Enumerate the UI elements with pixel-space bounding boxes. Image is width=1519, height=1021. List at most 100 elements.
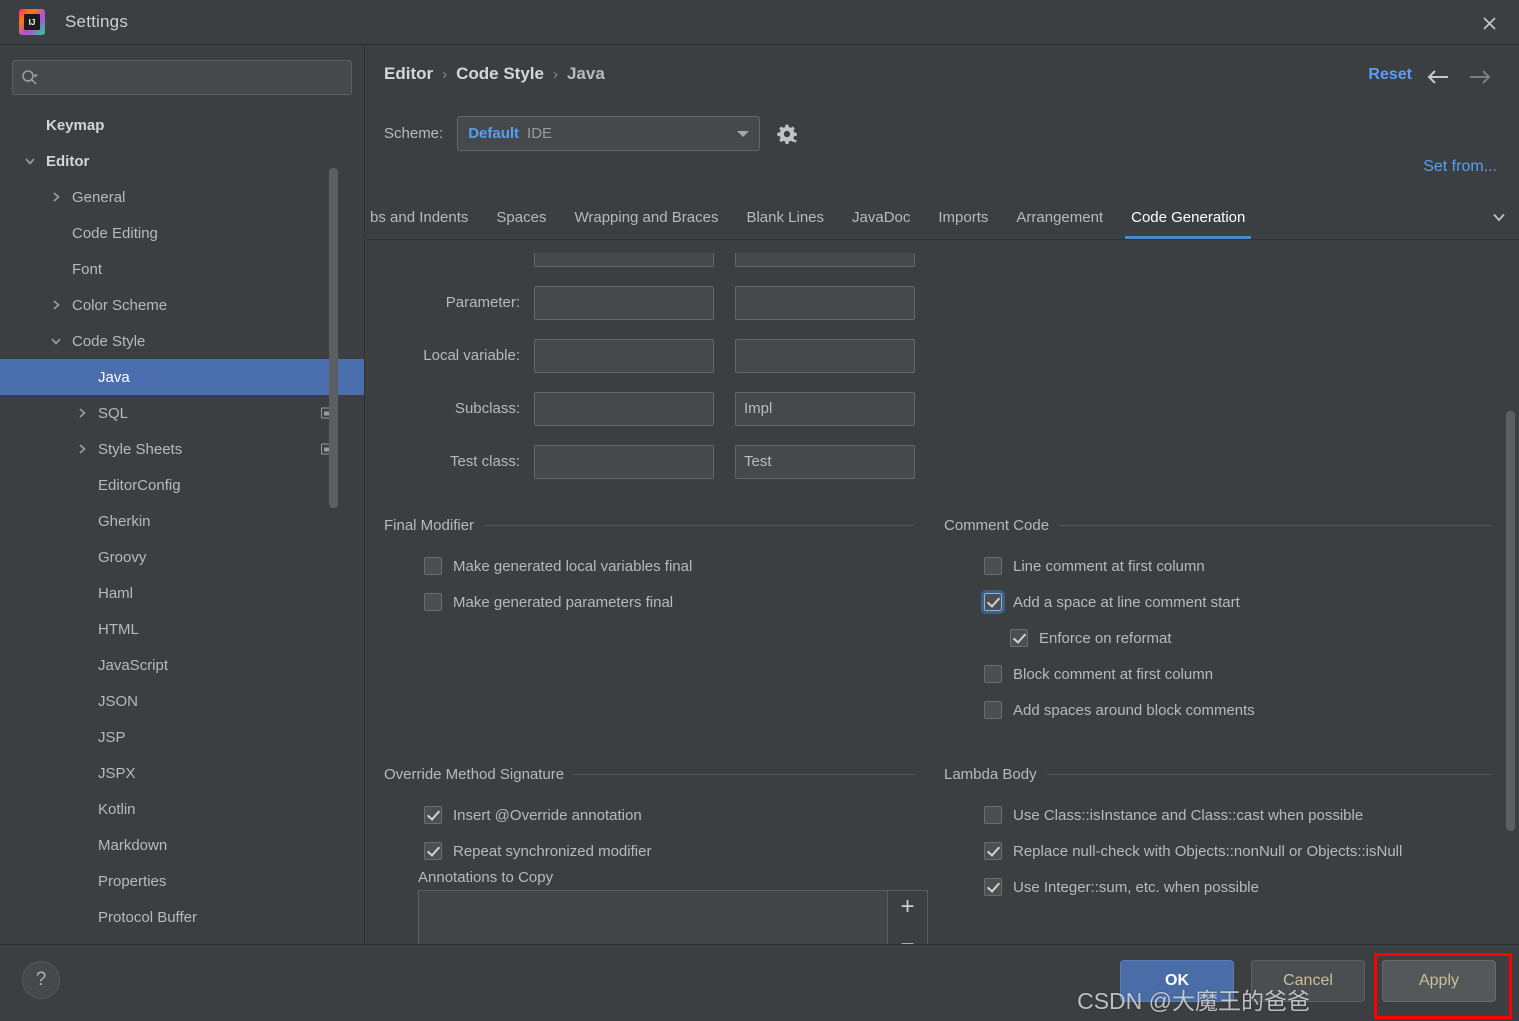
sidebar-item-haml[interactable]: Haml xyxy=(0,575,364,611)
arrow-left-icon[interactable] xyxy=(1425,66,1451,88)
tab-label: Spaces xyxy=(496,208,547,226)
sidebar-item-properties[interactable]: Properties xyxy=(0,863,364,899)
checkbox-label: Insert @Override annotation xyxy=(453,806,642,824)
sidebar-item-font[interactable]: Font xyxy=(0,251,364,287)
checkbox-enforce-on-reformat[interactable] xyxy=(1010,629,1028,647)
section-rule xyxy=(1046,774,1492,775)
chevron-right-icon[interactable] xyxy=(48,189,64,205)
checkbox-row[interactable]: Enforce on reformat xyxy=(944,620,1492,656)
sidebar-item-general[interactable]: General xyxy=(0,179,364,215)
checkbox-repeat-synchronized-modifier[interactable] xyxy=(424,842,442,860)
chevron-down-icon[interactable] xyxy=(1479,195,1519,239)
tab-bs-and-indents[interactable]: bs and Indents xyxy=(366,195,482,239)
add-annotation-button[interactable]: + xyxy=(900,895,914,919)
checkbox-use-class-isinstance-and-class-cast-when[interactable] xyxy=(984,806,1002,824)
scheme-row: Scheme: Default IDE xyxy=(384,116,800,151)
sidebar-item-sql[interactable]: SQL xyxy=(0,395,364,431)
tab-spaces[interactable]: Spaces xyxy=(482,195,560,239)
scheme-select[interactable]: Default IDE xyxy=(457,116,761,151)
checkbox-row[interactable]: Use Integer::sum, etc. when possible xyxy=(944,869,1492,905)
checkbox-add-a-space-at-line-comment-start[interactable] xyxy=(981,590,1005,614)
chevron-right-icon[interactable] xyxy=(74,405,90,421)
chevron-down-icon[interactable] xyxy=(48,333,64,349)
naming-field-label: Parameter: xyxy=(445,294,520,311)
checkbox-line-comment-at-first-column[interactable] xyxy=(984,557,1002,575)
sidebar-item-groovy[interactable]: Groovy xyxy=(0,539,364,575)
naming-suffix-input[interactable] xyxy=(735,338,915,373)
sidebar-item-jspx[interactable]: JSPX xyxy=(0,755,364,791)
checkbox-replace-null-check-with-objects-nonnull-[interactable] xyxy=(984,842,1002,860)
naming-prefix-input[interactable] xyxy=(534,285,714,320)
sidebar-item-keymap[interactable]: Keymap xyxy=(0,107,364,143)
sidebar-item-style-sheets[interactable]: Style Sheets xyxy=(0,431,364,467)
sidebar-item-json[interactable]: JSON xyxy=(0,683,364,719)
annotations-to-copy-list[interactable]: + − xyxy=(418,890,928,944)
help-button[interactable]: ? xyxy=(22,961,60,999)
checkbox-block-comment-at-first-column[interactable] xyxy=(984,665,1002,683)
sidebar-item-color-scheme[interactable]: Color Scheme xyxy=(0,287,364,323)
checkbox-row[interactable]: Add spaces around block comments xyxy=(944,692,1492,728)
checkbox-use-integer-sum-etc-when-possible[interactable] xyxy=(984,878,1002,896)
search-box[interactable] xyxy=(12,60,352,95)
sidebar-item-html[interactable]: HTML xyxy=(0,611,364,647)
breadcrumb-item[interactable]: Java xyxy=(567,64,605,84)
breadcrumb-item[interactable]: Editor xyxy=(384,64,433,84)
naming-suffix-input[interactable] xyxy=(735,444,915,479)
set-from-link[interactable]: Set from... xyxy=(1423,158,1497,176)
tab-arrangement[interactable]: Arrangement xyxy=(1002,195,1117,239)
checkbox-row[interactable]: Add a space at line comment start xyxy=(944,584,1492,620)
sidebar-item-kotlin[interactable]: Kotlin xyxy=(0,791,364,827)
tab-imports[interactable]: Imports xyxy=(924,195,1002,239)
checkbox-row[interactable]: Repeat synchronized modifier xyxy=(384,833,914,869)
checkbox-row[interactable]: Make generated parameters final xyxy=(384,584,914,620)
checkbox-insert-override-annotation[interactable] xyxy=(424,806,442,824)
sidebar-item-java[interactable]: Java xyxy=(0,359,364,395)
sidebar-item-gherkin[interactable]: Gherkin xyxy=(0,503,364,539)
content-scrollbar-thumb[interactable] xyxy=(1506,411,1515,831)
breadcrumb-item[interactable]: Code Style xyxy=(456,64,544,84)
sidebar-item-code-editing[interactable]: Code Editing xyxy=(0,215,364,251)
sidebar-scrollbar-thumb[interactable] xyxy=(329,168,338,508)
apply-button[interactable]: Apply xyxy=(1382,960,1496,1002)
checkbox-row[interactable]: Use Class::isInstance and Class::cast wh… xyxy=(944,797,1492,833)
arrow-right-icon[interactable] xyxy=(1467,66,1493,88)
chevron-right-icon[interactable] xyxy=(48,297,64,313)
checkbox-row[interactable]: Line comment at first column xyxy=(944,548,1492,584)
naming-prefix-input[interactable] xyxy=(534,391,714,426)
checkbox-make-generated-parameters-final[interactable] xyxy=(424,593,442,611)
checkbox-row[interactable]: Insert @Override annotation xyxy=(384,797,914,833)
sidebar-item-label: Haml xyxy=(98,584,134,602)
reset-link[interactable]: Reset xyxy=(1368,66,1412,84)
search-input[interactable] xyxy=(45,69,343,86)
naming-suffix-input[interactable] xyxy=(735,391,915,426)
sidebar-item-javascript[interactable]: JavaScript xyxy=(0,647,364,683)
sidebar-item-label: Code Editing xyxy=(72,224,158,242)
naming-suffix-input[interactable] xyxy=(735,285,915,320)
sidebar-item-label: Font xyxy=(72,260,103,278)
close-icon[interactable] xyxy=(1475,9,1503,37)
checkbox-row[interactable]: Make generated local variables final xyxy=(384,548,914,584)
tab-blank-lines[interactable]: Blank Lines xyxy=(732,195,838,239)
checkbox-add-spaces-around-block-comments[interactable] xyxy=(984,701,1002,719)
checkbox-make-generated-local-variables-final[interactable] xyxy=(424,557,442,575)
tab-wrapping-and-braces[interactable]: Wrapping and Braces xyxy=(560,195,732,239)
sidebar-item-editorconfig[interactable]: EditorConfig xyxy=(0,467,364,503)
sidebar-item-label: Groovy xyxy=(98,548,147,566)
remove-annotation-button[interactable]: − xyxy=(900,933,914,945)
sidebar-item-code-style[interactable]: Code Style xyxy=(0,323,364,359)
sidebar-item-editor[interactable]: Editor xyxy=(0,143,364,179)
annotations-list-body[interactable] xyxy=(419,891,887,944)
sidebar-item-jsp[interactable]: JSP xyxy=(0,719,364,755)
chevron-down-icon[interactable] xyxy=(22,153,38,169)
sidebar-item-markdown[interactable]: Markdown xyxy=(0,827,364,863)
tab-javadoc[interactable]: JavaDoc xyxy=(838,195,924,239)
naming-prefix-input[interactable] xyxy=(534,338,714,373)
chevron-right-icon[interactable] xyxy=(74,441,90,457)
gear-icon[interactable] xyxy=(774,121,800,147)
checkbox-row[interactable]: Block comment at first column xyxy=(944,656,1492,692)
sidebar-item-protocol-buffer[interactable]: Protocol Buffer xyxy=(0,899,364,935)
naming-prefix-input[interactable] xyxy=(534,444,714,479)
sidebar-item-label: JSON xyxy=(98,692,139,710)
tab-code-generation[interactable]: Code Generation xyxy=(1117,195,1259,239)
checkbox-row[interactable]: Replace null-check with Objects::nonNull… xyxy=(944,833,1492,869)
